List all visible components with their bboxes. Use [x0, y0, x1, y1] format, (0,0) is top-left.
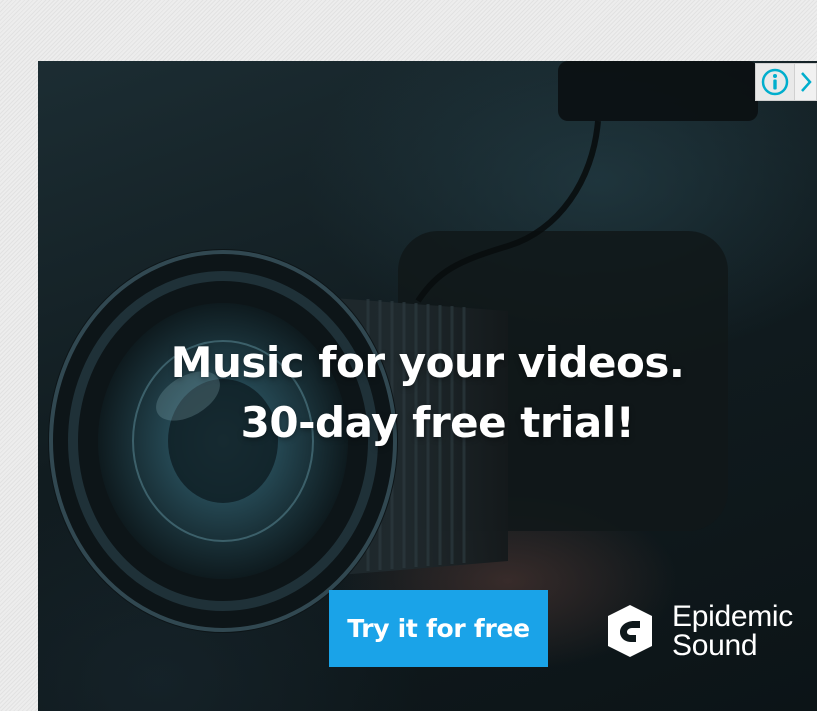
headline-line-1: Music for your videos.	[170, 338, 685, 387]
brand-name-line-1: Epidemic	[672, 600, 793, 633]
brand-name-line-2: Sound	[672, 629, 758, 662]
close-icon	[800, 72, 812, 92]
ad-headline: Music for your videos. 30-day free trial…	[38, 333, 817, 453]
headline-line-2: 30-day free trial!	[240, 398, 635, 447]
ad-banner[interactable]: Music for your videos. 30-day free trial…	[38, 61, 817, 711]
adchoices-widget[interactable]	[755, 63, 817, 101]
adchoices-info-button[interactable]	[755, 63, 795, 101]
info-icon	[761, 68, 789, 96]
adchoices-close-button[interactable]	[795, 63, 817, 101]
try-it-for-free-button[interactable]: Try it for free	[329, 590, 548, 667]
brand-name: Epidemic Sound	[672, 600, 793, 662]
brand-lockup[interactable]: Epidemic Sound	[604, 597, 793, 665]
epidemic-sound-logo-icon	[608, 605, 652, 657]
